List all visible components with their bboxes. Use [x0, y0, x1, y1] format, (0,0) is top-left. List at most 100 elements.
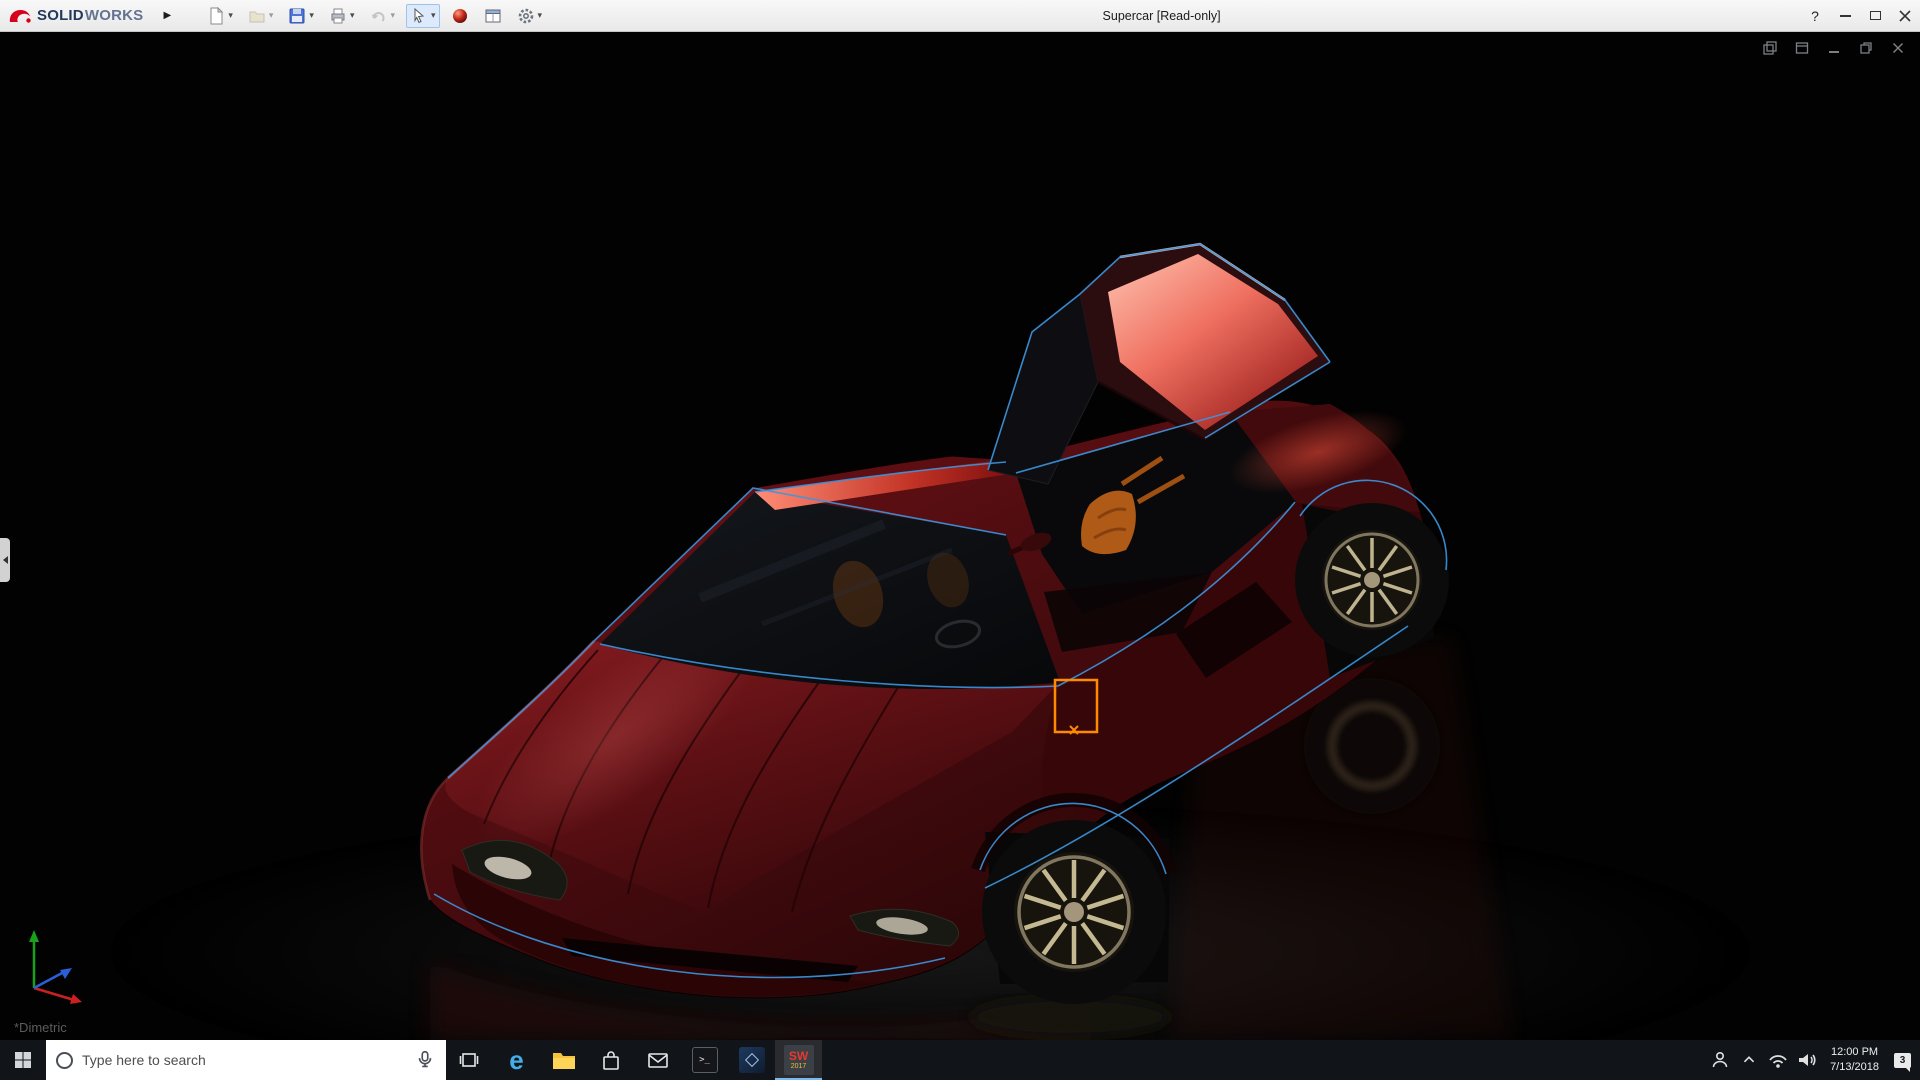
windows-taskbar: e >_: [0, 1040, 1920, 1080]
window-controls: ?: [1800, 0, 1920, 31]
titlebar: SOLID WORKS ▶ ▾ ▾: [0, 0, 1920, 32]
edit-appearance-button[interactable]: [447, 4, 473, 28]
open-folder-icon: [248, 7, 266, 25]
collapse-arrow-icon: [3, 556, 8, 564]
dropdown-caret-icon[interactable]: ▾: [269, 11, 274, 20]
window-icon: [1795, 41, 1809, 55]
panel-expand-tab[interactable]: [0, 538, 10, 582]
maximize-icon: [1870, 11, 1881, 20]
solidworks-logo: SOLID WORKS: [8, 7, 143, 24]
people-tray-button[interactable]: [1706, 1040, 1733, 1080]
taskbar-search[interactable]: [46, 1040, 446, 1080]
blue-app-icon: [739, 1047, 765, 1073]
taskbar-app-blue[interactable]: [728, 1040, 775, 1080]
view-orientation-label: *Dimetric: [14, 1020, 67, 1035]
taskbar-app-store[interactable]: [587, 1040, 634, 1080]
doc-restore-button[interactable]: [1858, 40, 1874, 56]
new-document-icon: [207, 7, 225, 25]
start-button[interactable]: [0, 1040, 46, 1080]
dropdown-caret-icon[interactable]: ▾: [350, 11, 355, 20]
doc-close-button[interactable]: [1890, 40, 1906, 56]
sw-year: 2017: [791, 1063, 807, 1070]
doc-minimize-button[interactable]: [1826, 40, 1842, 56]
cortana-icon: [56, 1052, 73, 1069]
print-button[interactable]: ▾: [325, 4, 359, 28]
select-tool-button[interactable]: ▾: [406, 4, 440, 28]
solidworks-2017-icon: SW 2017: [784, 1045, 814, 1075]
menu-flyout-button[interactable]: ▶: [159, 10, 175, 21]
console-glyph: >_: [699, 1055, 710, 1065]
quick-access-toolbar: ▾ ▾ ▾: [203, 4, 546, 28]
graphics-viewport[interactable]: *Dimetric: [0, 32, 1920, 1040]
doc-close-icon: [1891, 41, 1905, 55]
brand-works-text: WORKS: [85, 7, 144, 24]
document-window-controls: [1762, 40, 1906, 56]
orientation-triad: [16, 920, 106, 1012]
store-bag-icon: [599, 1049, 623, 1071]
clock-date: 7/13/2018: [1830, 1060, 1879, 1075]
undo-icon: [369, 7, 387, 25]
network-tray-button[interactable]: [1764, 1040, 1791, 1080]
open-button[interactable]: ▾: [244, 4, 278, 28]
task-view-button[interactable]: [446, 1040, 493, 1080]
edge-icon: e: [509, 1047, 523, 1073]
speaker-icon: [1796, 1049, 1818, 1071]
view-palette-button[interactable]: [480, 4, 506, 28]
action-center-button[interactable]: 3: [1889, 1040, 1916, 1080]
notification-badge: 3: [1900, 1055, 1906, 1066]
doc-restore-icon: [1859, 41, 1873, 55]
taskbar-app-edge[interactable]: e: [493, 1040, 540, 1080]
file-explorer-icon: [552, 1050, 576, 1070]
appearance-sphere-icon: [451, 7, 469, 25]
dassault-ds-icon: [8, 8, 32, 24]
dropdown-caret-icon[interactable]: ▾: [228, 11, 233, 20]
dropdown-caret-icon[interactable]: ▾: [309, 11, 314, 20]
view-palette-icon: [484, 7, 502, 25]
chevron-up-icon: [1739, 1050, 1759, 1070]
cube-glyph-icon: [744, 1053, 758, 1067]
console-icon: >_: [692, 1047, 718, 1073]
taskbar-app-console[interactable]: >_: [681, 1040, 728, 1080]
minimize-icon: [1840, 15, 1851, 17]
dropdown-caret-icon[interactable]: ▾: [390, 11, 395, 20]
volume-tray-button[interactable]: [1793, 1040, 1820, 1080]
undo-button[interactable]: ▾: [365, 4, 399, 28]
print-icon: [329, 7, 347, 25]
taskbar-app-mail[interactable]: [634, 1040, 681, 1080]
minimize-button[interactable]: [1830, 0, 1860, 31]
save-button[interactable]: ▾: [284, 4, 318, 28]
brand-solid-text: SOLID: [37, 7, 84, 24]
new-document-button[interactable]: ▾: [203, 4, 237, 28]
options-button[interactable]: ▾: [513, 4, 547, 28]
wifi-icon: [1767, 1049, 1789, 1071]
action-center-icon: 3: [1894, 1053, 1911, 1068]
screen: SOLID WORKS ▶ ▾ ▾: [0, 0, 1920, 1080]
help-button[interactable]: ?: [1800, 0, 1830, 31]
taskbar-app-solidworks-2017[interactable]: SW 2017: [775, 1040, 822, 1080]
system-tray: 12:00 PM 7/13/2018 3: [1706, 1040, 1920, 1080]
close-icon: [1899, 10, 1911, 22]
save-floppy-icon: [288, 7, 306, 25]
person-icon: [1709, 1049, 1731, 1071]
task-view-icon: [459, 1049, 481, 1071]
car-3d-model[interactable]: [0, 32, 1920, 1040]
dropdown-caret-icon[interactable]: ▾: [538, 11, 543, 20]
microphone-icon[interactable]: [414, 1049, 436, 1071]
cascade-windows-icon: [1763, 41, 1777, 55]
maximize-button[interactable]: [1860, 0, 1890, 31]
dropdown-caret-icon[interactable]: ▾: [431, 11, 436, 20]
taskbar-clock[interactable]: 12:00 PM 7/13/2018: [1822, 1040, 1887, 1080]
windows-logo-icon: [12, 1049, 34, 1071]
mail-envelope-icon: [646, 1049, 670, 1071]
taskbar-app-file-explorer[interactable]: [540, 1040, 587, 1080]
tray-overflow-button[interactable]: [1735, 1040, 1762, 1080]
front-wheel: [978, 800, 1170, 1004]
sw-label: SW: [789, 1050, 808, 1063]
search-input[interactable]: [82, 1052, 405, 1068]
options-gear-icon: [517, 7, 535, 25]
doc-new-window-button[interactable]: [1794, 40, 1810, 56]
clock-time: 12:00 PM: [1831, 1045, 1878, 1060]
doc-cascade-button[interactable]: [1762, 40, 1778, 56]
select-cursor-icon: [410, 7, 428, 25]
close-button[interactable]: [1890, 0, 1920, 31]
